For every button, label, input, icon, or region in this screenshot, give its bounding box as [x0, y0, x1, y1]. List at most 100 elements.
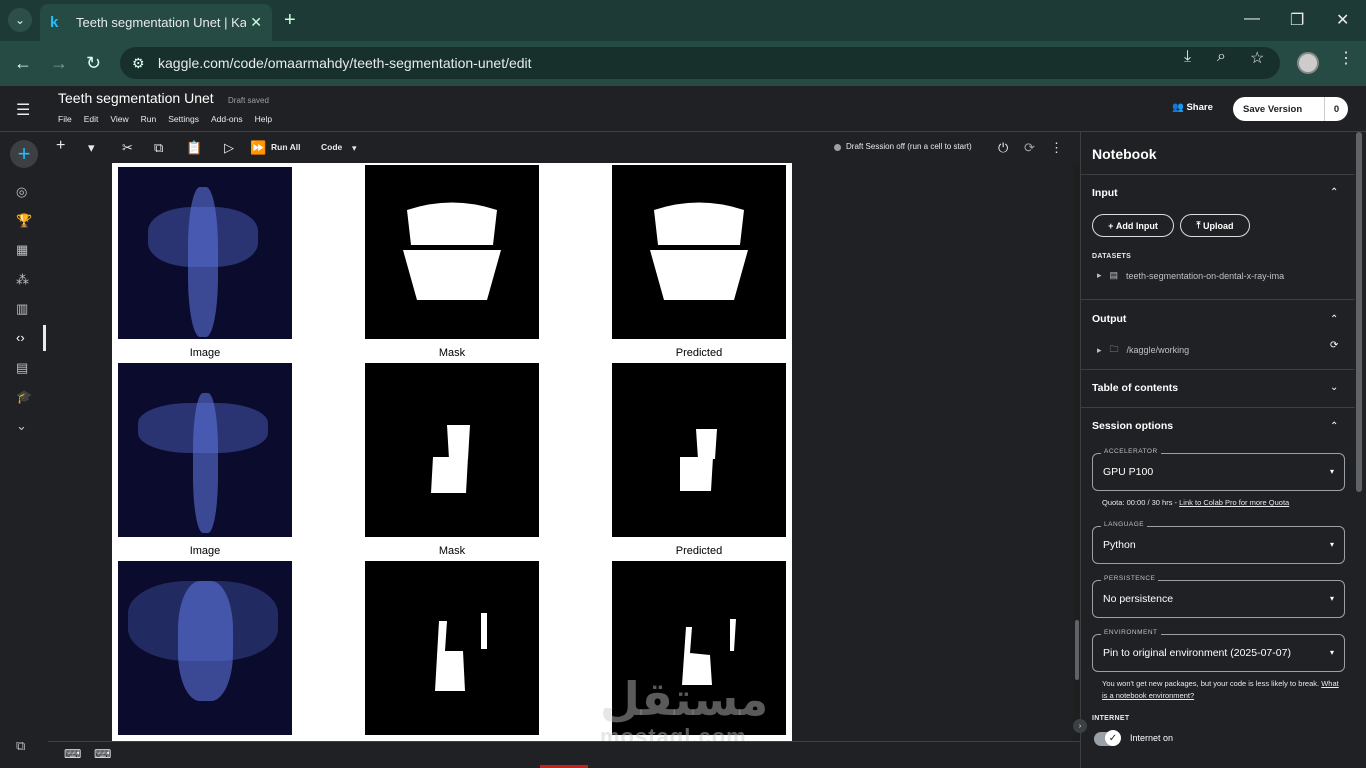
notebook-header: ☰ Teeth segmentation Unet Draft saved Fi… — [0, 86, 1366, 132]
accelerator-value: GPU P100 — [1103, 466, 1154, 478]
cell-type-select[interactable]: Code — [321, 142, 342, 152]
add-input-button[interactable]: + Add Input — [1092, 214, 1174, 237]
power-icon[interactable]: ⏻ — [998, 140, 1008, 156]
environment-note: You won't get new packages, but your cod… — [1102, 678, 1342, 702]
save-version-label: Save Version — [1243, 103, 1303, 115]
tab-close-icon[interactable]: ✕ — [250, 14, 262, 31]
expand-arrow-icon[interactable]: ▸ — [1097, 270, 1102, 281]
run-all-icon[interactable]: ⏩ — [250, 140, 266, 156]
chevron-up-icon[interactable]: ⌃ — [1330, 314, 1338, 325]
address-bar[interactable]: ⚙ kaggle.com/code/omaarmahdy/teeth-segme… — [120, 47, 1280, 79]
restart-icon[interactable]: ⟳ — [1024, 140, 1035, 156]
code-icon[interactable]: ‹› — [16, 330, 25, 345]
trophy-icon[interactable]: 🏆 — [16, 213, 32, 229]
notebook-title[interactable]: Teeth segmentation Unet — [58, 90, 214, 106]
bookmark-star-icon[interactable]: ☆ — [1250, 48, 1264, 68]
new-tab-icon[interactable]: + — [284, 9, 296, 32]
expand-arrow-icon[interactable]: ▸ — [1097, 345, 1102, 356]
copy-icon[interactable]: ⧉ — [16, 738, 25, 754]
teeth-mask-shape — [403, 202, 501, 300]
chevron-up-icon[interactable]: ⌃ — [1330, 421, 1338, 432]
hamburger-menu-icon[interactable]: ☰ — [16, 100, 30, 120]
bottom-bar: ⌨ ⌨ — [48, 741, 1080, 768]
console-icon[interactable]: ⌨ — [64, 747, 81, 761]
chevron-down-icon[interactable]: ⌄ — [1330, 382, 1338, 393]
restore-icon[interactable]: ❐ — [1290, 10, 1304, 30]
add-cell-icon[interactable]: + — [56, 137, 65, 155]
run-all-button[interactable]: Run All — [271, 142, 300, 152]
models-icon[interactable]: ⁂ — [16, 272, 29, 288]
notebook-canvas: Image Mask Predicted Image Mask Predicte… — [48, 163, 1073, 741]
caption-image: Image — [189, 347, 221, 359]
learn-icon[interactable]: 🎓 — [16, 389, 32, 405]
run-cell-icon[interactable]: ▷ — [224, 140, 234, 156]
session-options-header[interactable]: Session options — [1092, 420, 1173, 432]
caption-mask: Mask — [438, 545, 466, 557]
menu-help[interactable]: Help — [255, 114, 272, 124]
site-info-icon[interactable]: ⚙ — [132, 55, 152, 72]
teeth-predicted-shape — [680, 429, 717, 491]
window-close-icon[interactable]: ✕ — [1336, 10, 1349, 30]
input-section-header[interactable]: Input — [1092, 187, 1118, 199]
output-section-header[interactable]: Output — [1092, 313, 1126, 325]
language-select[interactable]: LANGUAGE Python ▾ — [1092, 521, 1345, 564]
install-app-icon[interactable]: ⤓ — [1184, 48, 1191, 66]
reload-icon[interactable]: ↻ — [86, 53, 101, 74]
divider — [1081, 174, 1355, 175]
refresh-icon[interactable]: ⟳ — [1330, 340, 1338, 351]
active-indicator — [43, 325, 46, 351]
copy-cell-icon[interactable]: ⧉ — [154, 140, 163, 156]
profile-avatar[interactable] — [1297, 52, 1319, 74]
save-version-button[interactable]: Save Version 0 — [1233, 97, 1348, 121]
mask-image — [365, 561, 539, 735]
zoom-icon[interactable]: ⌕ — [1217, 48, 1226, 66]
more-options-icon[interactable]: ⋮ — [1050, 140, 1063, 156]
collapse-panel-icon[interactable]: › — [1073, 719, 1087, 733]
share-button[interactable]: 👥 Share — [1172, 102, 1213, 113]
menu-edit[interactable]: Edit — [84, 114, 99, 124]
persistence-select[interactable]: PERSISTENCE No persistence ▾ — [1092, 575, 1345, 618]
save-version-count[interactable]: 0 — [1324, 97, 1348, 121]
upload-button[interactable]: ⤒ Upload — [1180, 214, 1250, 237]
xray-image — [118, 561, 292, 735]
forward-icon[interactable]: → — [50, 53, 68, 74]
toc-section-header[interactable]: Table of contents — [1092, 382, 1178, 394]
caption-predicted: Predicted — [675, 545, 723, 557]
browser-tabbar: ⌄ k Teeth segmentation Unet | Kaggle ✕ +… — [0, 0, 1366, 41]
menu-run[interactable]: Run — [141, 114, 157, 124]
url-text: kaggle.com/code/omaarmahdy/teeth-segment… — [158, 55, 532, 71]
accelerator-select[interactable]: ACCELERATOR GPU P100 ▾ — [1092, 448, 1345, 491]
internet-toggle[interactable]: ✓ — [1094, 730, 1121, 746]
accelerator-label: ACCELERATOR — [1101, 448, 1161, 455]
upload-label: Upload — [1202, 220, 1234, 231]
cut-icon[interactable]: ✂ — [122, 140, 133, 156]
menu-addons[interactable]: Add-ons — [211, 114, 243, 124]
paste-icon[interactable]: 📋 — [186, 140, 202, 156]
bar-chart-icon[interactable]: ▥ — [16, 301, 28, 317]
browser-tab[interactable]: k Teeth segmentation Unet | Kaggle ✕ — [40, 4, 272, 41]
back-icon[interactable]: ← — [14, 53, 32, 74]
panel-scrollbar[interactable] — [1356, 132, 1362, 492]
compass-icon[interactable]: ◎ — [16, 184, 27, 200]
cell-type-caret-icon[interactable]: ▾ — [352, 143, 357, 154]
menu-file[interactable]: File — [58, 114, 72, 124]
tab-search-icon[interactable]: ⌄ — [8, 8, 32, 32]
browser-menu-icon[interactable]: ⋮ — [1338, 48, 1354, 68]
environment-select[interactable]: ENVIRONMENT Pin to original environment … — [1092, 629, 1345, 672]
internet-value: Internet on — [1130, 733, 1174, 743]
keyboard-icon[interactable]: ⌨ — [94, 747, 111, 761]
add-cell-dropdown-icon[interactable]: ▾ — [88, 140, 95, 156]
caret-down-icon: ▾ — [1329, 594, 1334, 603]
discussion-icon[interactable]: ▤ — [16, 360, 28, 376]
output-folder-item[interactable]: ▸ 🗀 /kaggle/working — [1097, 342, 1189, 358]
dataset-item[interactable]: ▸ ▤ teeth-segmentation-on-dental-x-ray-i… — [1097, 270, 1284, 281]
menu-settings[interactable]: Settings — [168, 114, 199, 124]
colab-pro-link[interactable]: Link to Colab Pro for more Quota — [1179, 498, 1289, 507]
chevron-up-icon[interactable]: ⌃ — [1330, 187, 1338, 198]
table-icon[interactable]: ▦ — [16, 242, 28, 258]
create-icon[interactable]: + — [10, 140, 38, 168]
minimize-icon[interactable]: — — [1244, 10, 1260, 28]
menu-view[interactable]: View — [110, 114, 128, 124]
canvas-scrollbar[interactable] — [1075, 620, 1079, 680]
more-chevron-icon[interactable]: ⌄ — [16, 418, 27, 434]
